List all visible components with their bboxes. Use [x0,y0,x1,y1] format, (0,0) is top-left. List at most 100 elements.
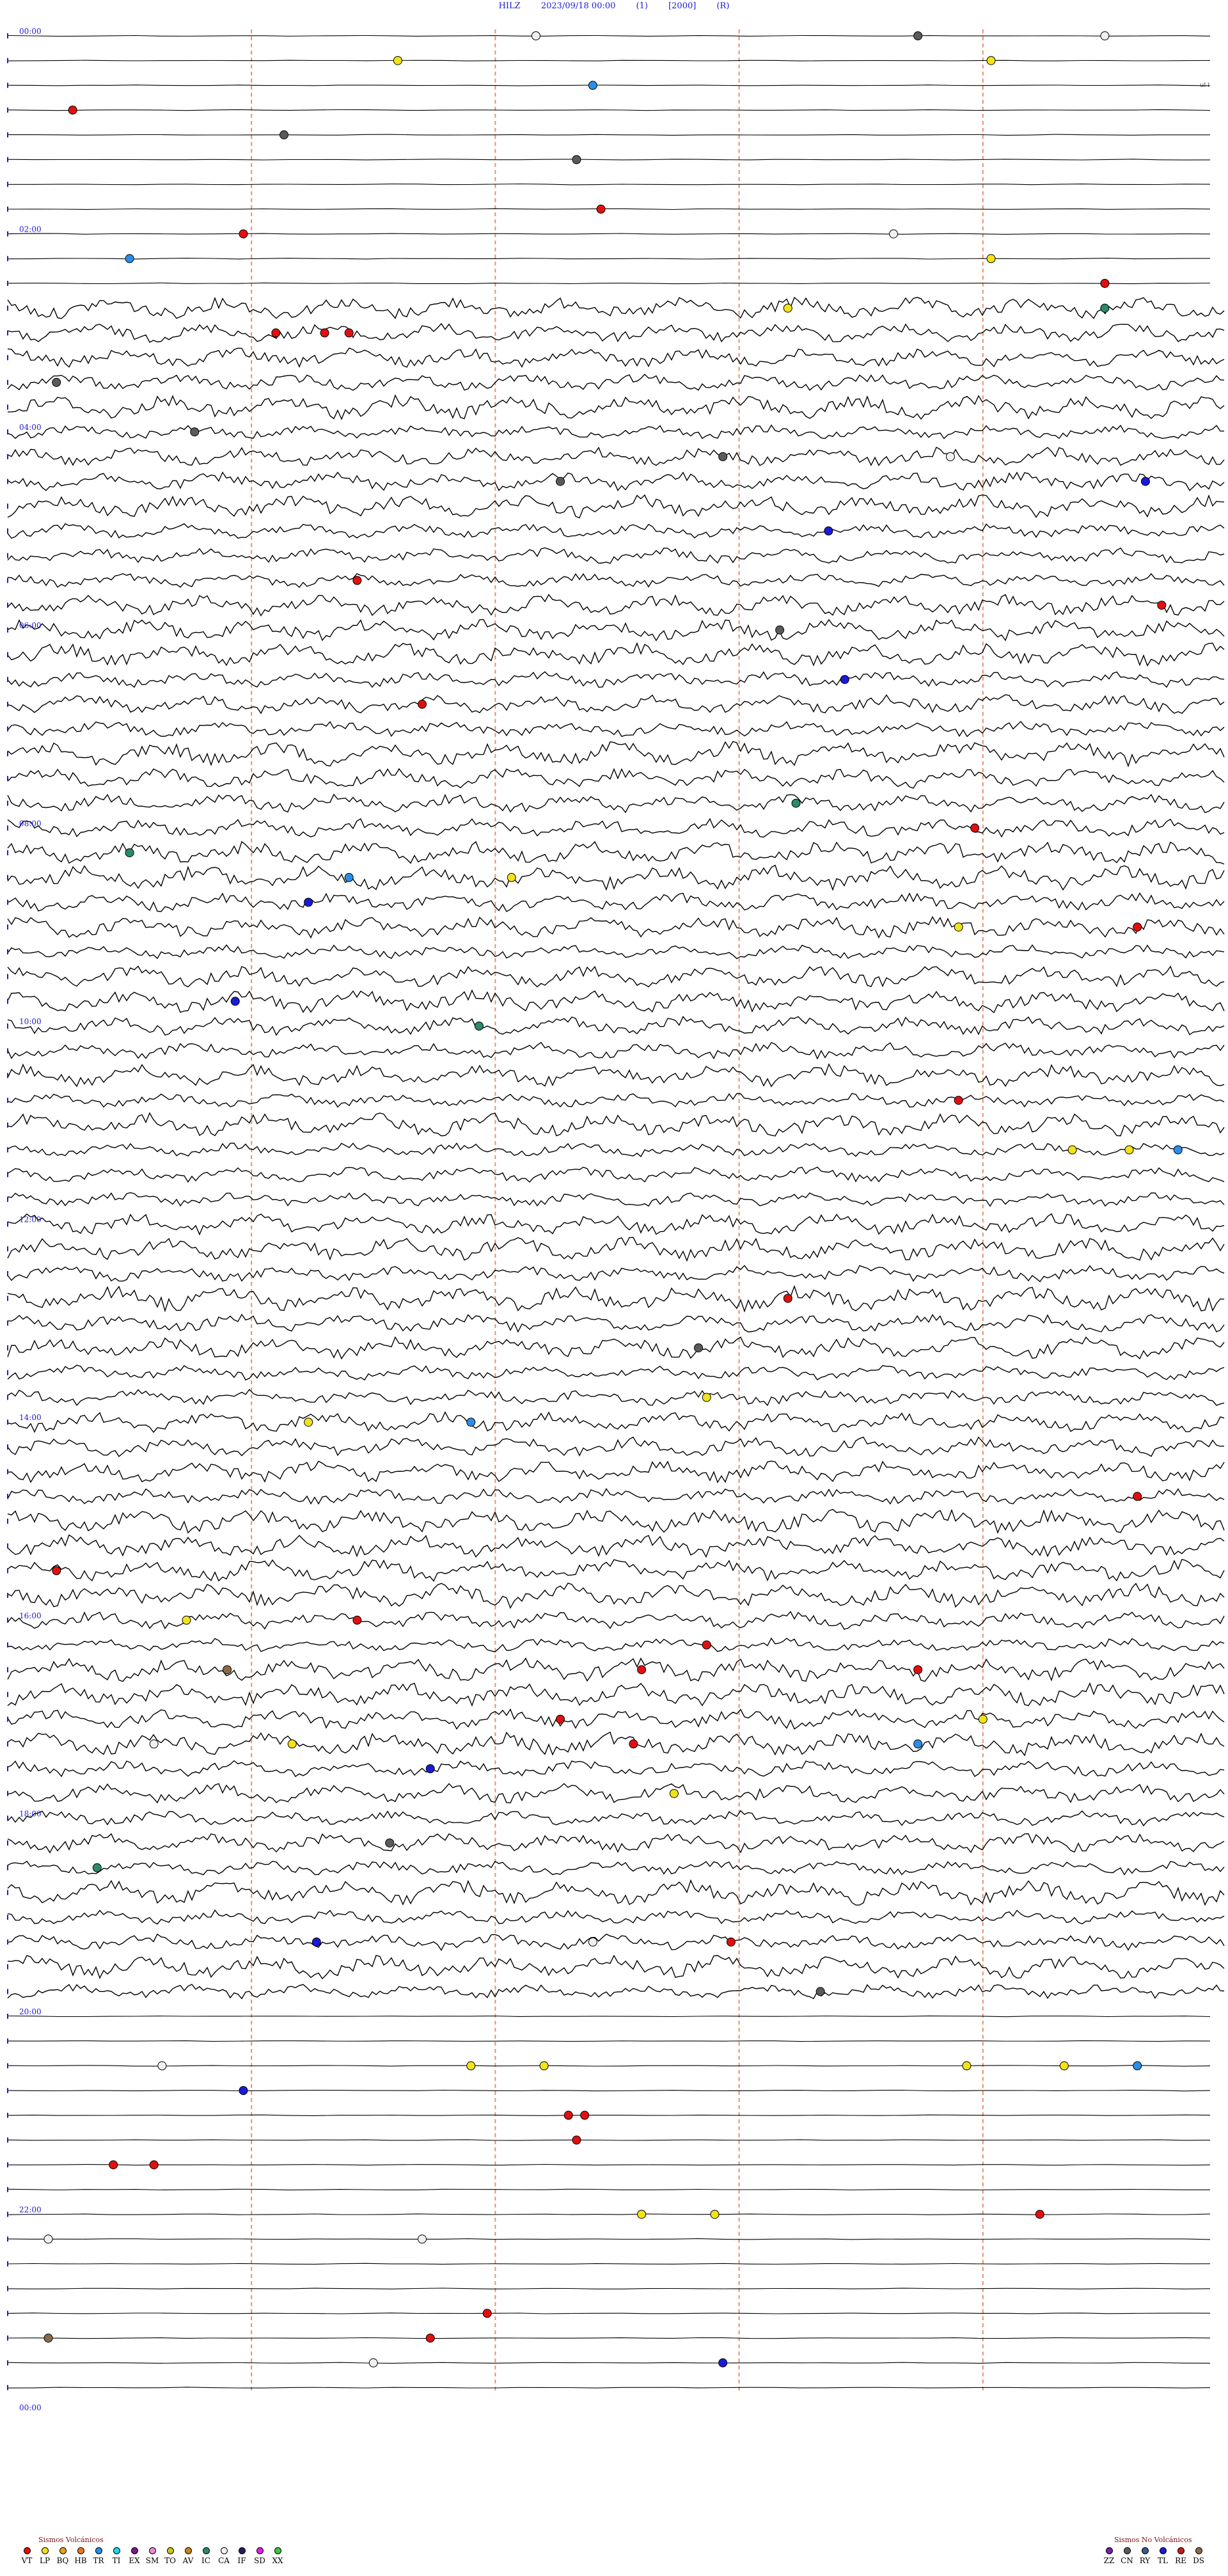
event-marker-cn [385,1838,395,1848]
legend-volcanic-item-lp: LP [36,2547,54,2565]
seismic-trace [7,84,1211,86]
seismic-trace [7,619,1225,642]
seismic-trace [7,2387,1211,2389]
seismic-trace [7,374,1225,391]
seismic-trace [7,1213,1225,1236]
event-marker-lp [1059,2061,1069,2071]
event-marker-cn [572,155,581,164]
legend-nonvolcanic-item-zz: ZZ [1100,2547,1118,2565]
seismic-trace [7,1783,1225,1804]
seismic-trace [7,1909,1225,1925]
event-marker-cn [815,1987,825,1996]
event-marker-tl [840,675,849,684]
legend-nonvolcanic-item-dot-ds [1195,2547,1202,2554]
seismic-trace [7,818,1225,838]
seismic-trace [7,1558,1225,1582]
event-marker-vt [239,229,248,239]
legend-nonvolcanic-item-code: DS [1193,2556,1204,2565]
event-marker-lp [978,1714,988,1724]
legend-volcanic-item-hb: HB [72,2547,90,2565]
seismic-trace [7,59,1211,61]
event-marker-ca [945,452,955,461]
seismic-trace [7,233,1211,235]
event-marker-ca [531,31,540,40]
event-marker-lp [669,1789,679,1798]
legend-volcanic-item-code: CA [218,2556,230,2565]
event-marker-lp [507,873,516,882]
legend-volcanic-item-code: EX [129,2556,140,2565]
hour-label: 06:00 [19,621,42,630]
legend-nonvolcanic-item-code: CN [1121,2556,1133,2565]
seismic-trace [7,989,1225,1014]
legend-volcanic-item-code: SD [254,2556,265,2565]
legend-volcanic: VT LP BQ HB TR TI EX SM TO AV IC CA IF SD XX [18,2547,287,2565]
seismic-trace [7,642,1225,667]
event-marker-ca [1100,31,1110,40]
event-marker-ca [157,2061,167,2071]
event-marker-vt [954,1096,963,1105]
seismic-trace [7,494,1225,519]
hour-label: 12:00 [19,1215,42,1224]
seismic-trace [7,1015,1225,1036]
legend-volcanic-item-dot-sd [256,2547,264,2554]
event-marker-vt [52,1566,61,1576]
legend-nonvolcanic: ZZ CN RY TL RE DS [1100,2547,1208,2565]
event-marker-vt [1100,279,1110,288]
event-marker-cn [279,130,289,139]
seismic-trace [7,1954,1225,1980]
event-marker-cn [190,427,200,437]
event-marker-vt [572,2135,581,2145]
event-marker-lp [539,2061,549,2071]
event-marker-ic [92,1863,102,1872]
seismic-trace [7,892,1225,912]
seismic-trace [7,965,1225,988]
seismic-trace [7,2263,1211,2265]
event-marker-vt [271,328,281,338]
event-marker-lp [710,2209,720,2219]
event-marker-tr [1133,2061,1142,2071]
event-marker-tr [913,1739,923,1749]
legend-volcanic-item-dot-vt [23,2547,31,2554]
seismic-trace [7,2362,1211,2364]
hour-label: 10:00 [19,1017,42,1026]
event-marker-vt [352,576,362,585]
hour-label: 16:00 [19,1611,42,1620]
seismic-trace [7,1488,1225,1505]
seismic-trace [7,2213,1211,2215]
seismic-trace [7,1166,1225,1183]
seismic-trace [7,1265,1225,1283]
event-marker-lp [986,254,996,264]
event-marker-tl [230,997,240,1006]
event-marker-vt [149,2160,159,2170]
seismic-trace [7,1583,1225,1609]
legend-nonvolcanic-item-dot-zz [1105,2547,1113,2554]
event-marker-ic [791,798,801,808]
legend-volcanic-item-dot-hb [77,2547,84,2554]
seismic-trace [7,1142,1225,1158]
legend-volcanic-item-to: TO [161,2547,179,2565]
event-marker-vt [629,1739,638,1749]
event-marker-vt [783,1293,792,1303]
seismic-trace [7,671,1225,688]
seismic-trace [7,694,1225,715]
seismic-trace [7,159,1211,161]
legend-nonvolcanic-item-cn: CN [1118,2547,1136,2565]
legend-volcanic-item-ic: IC [197,2547,215,2565]
seismic-trace [7,573,1225,589]
seismic-trace [7,1508,1225,1535]
event-marker-vt [1133,1492,1142,1501]
seismic-trace [7,793,1225,814]
legend-volcanic-item-sd: SD [251,2547,269,2565]
seismic-trace [7,296,1225,319]
event-marker-tr [125,254,134,264]
seismic-trace [7,2288,1211,2289]
seismic-trace [7,1933,1225,1952]
seismic-trace [7,1284,1225,1313]
event-marker-tl [718,2358,728,2367]
legend-volcanic-item-code: IF [237,2556,246,2565]
event-marker-lp [1124,1145,1134,1155]
event-marker-tl [304,897,313,907]
seismic-trace [7,1534,1225,1558]
legend-volcanic-item-dot-if [238,2547,246,2554]
event-marker-ic [1100,303,1110,313]
